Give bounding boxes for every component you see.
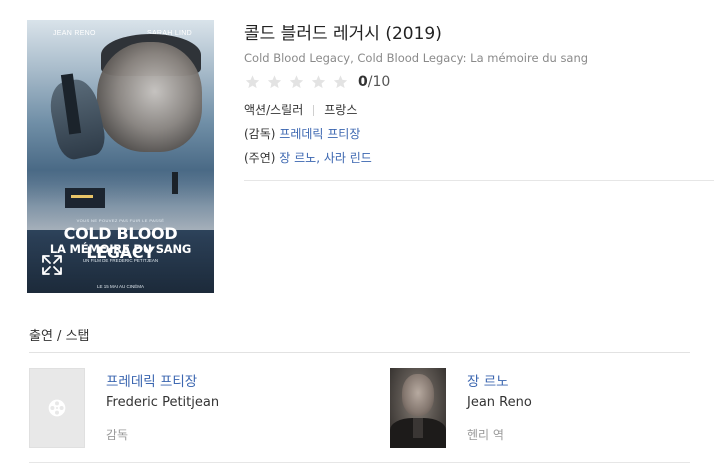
rating-row: 0/10	[244, 73, 714, 91]
cast-prefix: (주연)	[244, 151, 276, 165]
rating-value: 0	[358, 74, 368, 90]
info-divider	[244, 180, 714, 181]
person-photo[interactable]	[390, 368, 446, 448]
photo-shirt	[413, 418, 423, 438]
poster-art-figure	[172, 172, 178, 194]
genre: 액션/스릴러	[244, 103, 304, 117]
film-reel-icon	[48, 399, 66, 417]
movie-info: 콜드 블러드 레거시 (2019) Cold Blood Legacy, Col…	[244, 22, 714, 167]
country: 프랑스	[324, 103, 358, 117]
director-row: (감독) 프레데릭 프티장	[244, 125, 714, 143]
person-name-en: Jean Reno	[467, 395, 532, 410]
cast-row: (주연) 장 르노, 사라 린드	[244, 149, 714, 167]
meta-row: 액션/스릴러 프랑스	[244, 101, 714, 119]
person-role: 헨리 역	[467, 428, 504, 442]
person-name-en: Frederic Petitjean	[106, 395, 220, 410]
star-icon[interactable]	[288, 74, 305, 90]
poster-art-cabin	[65, 188, 105, 208]
director-prefix: (감독)	[244, 127, 276, 141]
poster-actor-left: JEAN RENO	[53, 30, 96, 37]
person-text: 프레데릭 프티장 Frederic Petitjean 감독	[106, 372, 306, 444]
poster-tagline: VOUS NE POUVEZ PAS FUIR LE PASSÉ	[76, 218, 165, 223]
movie-title: 콜드 블러드 레거시 (2019)	[244, 24, 442, 44]
bottom-divider	[29, 462, 690, 463]
person-thumbnail-placeholder[interactable]	[29, 368, 85, 448]
poster-actor-names: JEAN RENO SARAH LIND	[27, 30, 214, 37]
cast-link[interactable]: 장 르노, 사라 린드	[279, 151, 372, 165]
poster-release-line: LE 15 MAI AU CINÉMA	[96, 284, 144, 289]
director-link[interactable]: 프레데릭 프티장	[279, 127, 360, 141]
poster-art-face	[97, 42, 202, 152]
poster-art-cabin-light	[71, 195, 93, 198]
photo-face	[402, 374, 434, 416]
expand-icon[interactable]	[40, 253, 64, 277]
movie-original-title: Cold Blood Legacy, Cold Blood Legacy: La…	[244, 51, 589, 65]
star-icon[interactable]	[266, 74, 283, 90]
person-role: 감독	[106, 428, 129, 442]
star-icon[interactable]	[244, 74, 261, 90]
meta-separator	[313, 104, 315, 116]
rating-max: /10	[367, 74, 391, 90]
section-divider	[29, 352, 690, 353]
star-icon[interactable]	[332, 74, 349, 90]
person-name-ko[interactable]: 장 르노	[467, 372, 667, 392]
person-text: 장 르노 Jean Reno 헨리 역	[467, 372, 667, 444]
person-name-ko[interactable]: 프레데릭 프티장	[106, 372, 306, 392]
star-icon[interactable]	[310, 74, 327, 90]
section-title: 출연 / 스탭	[29, 329, 90, 344]
